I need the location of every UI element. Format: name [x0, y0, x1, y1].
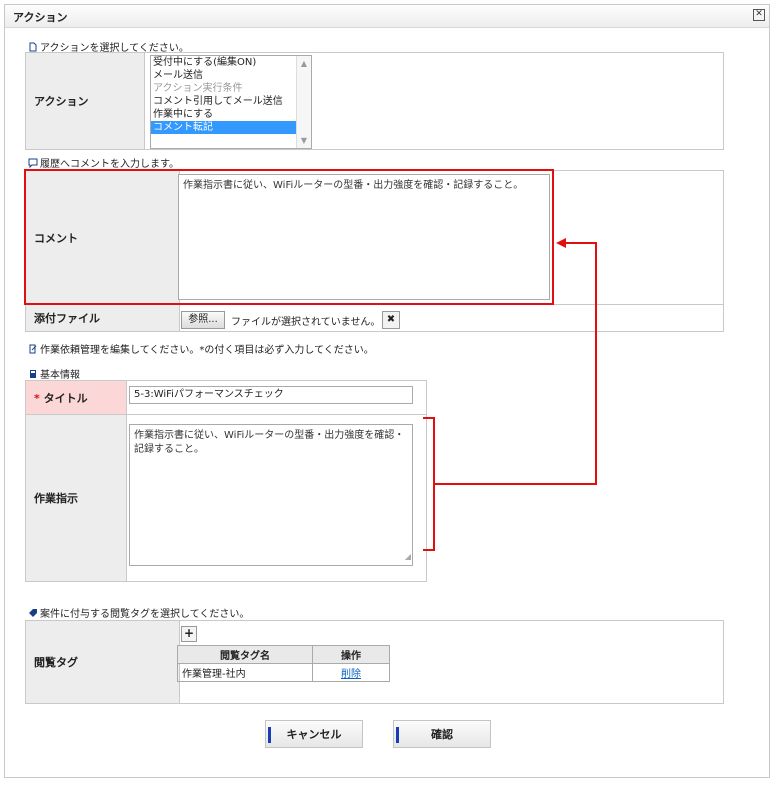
confirm-button[interactable]: 確認 — [393, 720, 491, 748]
annotation-bracket — [423, 417, 435, 551]
annotation-connector — [434, 242, 597, 485]
button-accent — [396, 727, 399, 743]
button-accent — [268, 727, 271, 743]
cancel-button[interactable]: キャンセル — [265, 720, 363, 748]
annotation-arrowhead-icon — [556, 238, 566, 248]
annotation-arrows — [423, 238, 597, 551]
